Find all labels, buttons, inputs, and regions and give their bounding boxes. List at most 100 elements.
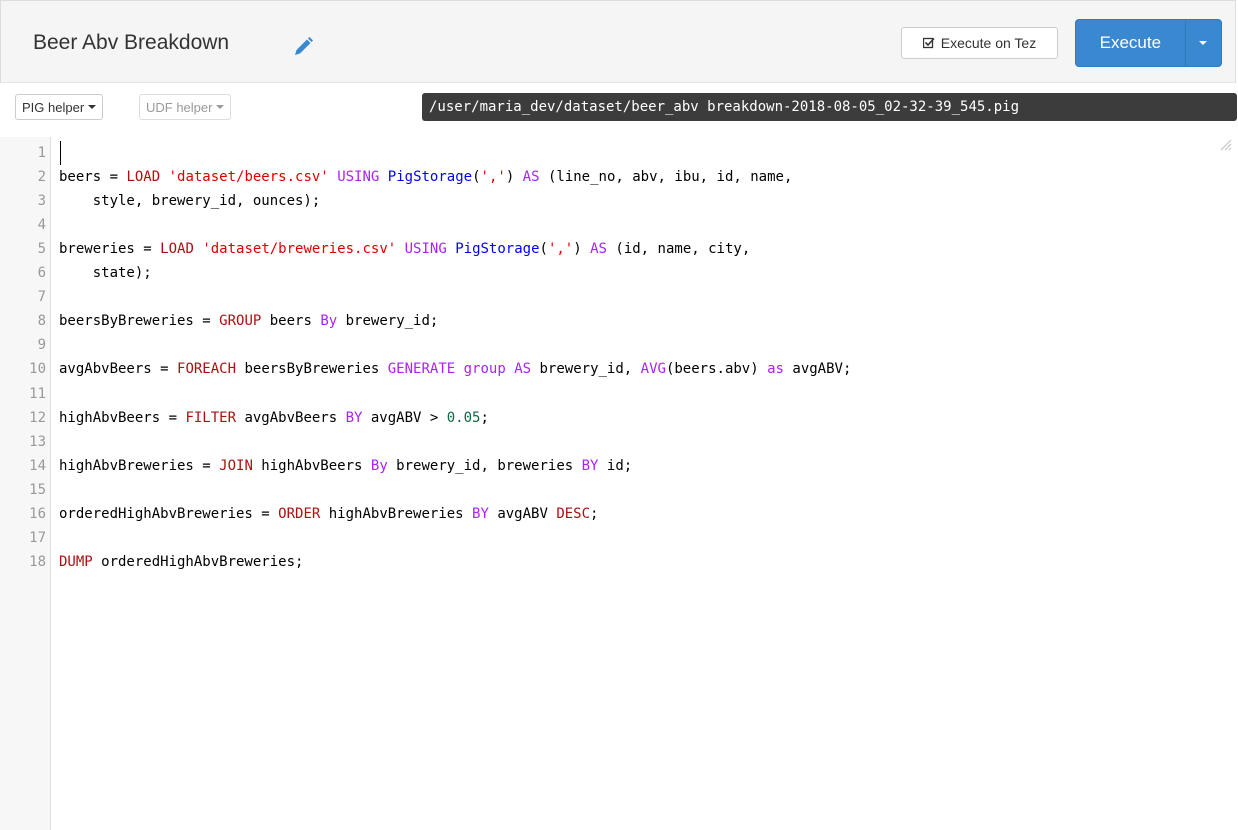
code-token: DUMP xyxy=(59,553,93,570)
code-token: LOAD xyxy=(160,241,194,258)
code-token: GENERATE xyxy=(387,361,456,378)
code-token: highAbvBeers xyxy=(252,457,371,474)
execute-dropdown-toggle[interactable] xyxy=(1184,20,1221,66)
udf-helper-label: UDF helper xyxy=(146,99,213,115)
code-token: (beers.abv) xyxy=(665,361,768,378)
code-line: 12 highAbvBeers = FILTER avgAbvBeers BY a… xyxy=(0,406,1238,430)
code-line: 13 xyxy=(0,430,1238,454)
code-line: 15 xyxy=(0,478,1238,502)
code-token: avgAbvBeers = xyxy=(59,361,178,378)
code-token: brewery_id, xyxy=(531,361,641,378)
line-number: 18 xyxy=(29,553,46,570)
code-token: BY xyxy=(345,409,363,426)
code-token: orderedHighAbvBreweries = xyxy=(59,505,279,522)
code-token: (id, name, city, xyxy=(606,241,751,258)
code-token: BY xyxy=(472,505,489,522)
code-line: 16 orderedHighAbvBreweries = ORDER highAb… xyxy=(0,502,1238,526)
file-path-badge: /user/maria_dev/dataset/beer_abv breakdo… xyxy=(422,93,1237,121)
code-token: breweries = xyxy=(59,241,161,258)
code-text: orderedHighAbvBreweries = ORDER highAbvB… xyxy=(59,502,598,526)
code-token: style, brewery_id, ounces); xyxy=(59,193,321,210)
checkbox-checked-icon xyxy=(922,37,935,49)
code-line: 10 avgAbvBeers = FOREACH beersByBreweries… xyxy=(0,357,1238,381)
code-line: 1 xyxy=(0,141,1238,165)
code-token: avgABV > xyxy=(362,409,447,426)
udf-helper-dropdown[interactable]: UDF helper xyxy=(139,94,232,120)
line-number: 11 xyxy=(29,385,46,402)
resize-handle-icon[interactable] xyxy=(1218,137,1234,153)
code-token: AS xyxy=(514,361,532,378)
line-number: 7 xyxy=(37,289,46,306)
code-token: FILTER xyxy=(185,409,237,426)
code-line: 18 DUMP orderedHighAbvBreweries; xyxy=(0,550,1238,574)
code-token: state); xyxy=(59,265,152,282)
code-token: avgABV xyxy=(488,505,557,522)
code-token: 0.05 xyxy=(446,409,481,426)
code-token: beersByBreweries = xyxy=(59,313,220,330)
code-line: 3 style, brewery_id, ounces); xyxy=(0,189,1238,213)
chevron-down-icon xyxy=(216,105,225,109)
code-token: AS xyxy=(590,241,607,258)
code-token: ( xyxy=(539,241,548,258)
code-token: USING xyxy=(404,241,447,258)
code-token: orderedHighAbvBreweries; xyxy=(92,553,304,570)
code-token: beers = xyxy=(59,169,127,186)
chevron-down-icon xyxy=(88,105,97,109)
code-token: avgAbvBeers xyxy=(236,409,346,426)
code-token: brewery_id; xyxy=(337,313,439,330)
line-number: 4 xyxy=(37,217,46,234)
line-number: 12 xyxy=(29,409,46,426)
code-token: ) xyxy=(573,241,591,258)
code-token: 'dataset/breweries.csv' xyxy=(202,241,397,258)
code-token: USING xyxy=(337,169,380,186)
code-token: GROUP xyxy=(219,313,262,330)
code-line: 17 xyxy=(0,526,1238,550)
line-number: 14 xyxy=(29,457,46,474)
code-token: AVG xyxy=(640,361,666,378)
code-token: highAbvBreweries xyxy=(320,505,473,522)
execute-on-tez-toggle[interactable]: Execute on Tez xyxy=(901,27,1058,59)
code-line: 9 xyxy=(0,333,1238,357)
pig-helper-dropdown[interactable]: PIG helper xyxy=(15,94,104,120)
code-text: style, brewery_id, ounces); xyxy=(59,189,321,213)
code-line: 7 xyxy=(0,285,1238,309)
code-token: By xyxy=(320,313,338,330)
code-token: LOAD xyxy=(126,169,161,186)
code-text: beers = LOAD 'dataset/beers.csv' USING P… xyxy=(59,165,792,189)
pig-helper-label: PIG helper xyxy=(22,99,85,115)
code-token: group xyxy=(463,361,506,378)
code-token: ; xyxy=(480,409,489,426)
code-editor[interactable]: 1 2 beers = LOAD 'dataset/beers.csv' USING… xyxy=(0,137,1238,830)
code-token: AS xyxy=(522,169,540,186)
code-token: 'dataset/beers.csv' xyxy=(168,169,329,186)
code-text: DUMP orderedHighAbvBreweries; xyxy=(59,550,303,574)
code-token: (line_no, abv, ibu, id, name, xyxy=(539,169,793,186)
code-token: id; xyxy=(598,457,633,474)
execute-on-tez-label: Execute on Tez xyxy=(940,35,1037,51)
pencil-icon[interactable] xyxy=(292,36,314,58)
text-cursor xyxy=(60,141,61,165)
code-token: By xyxy=(370,457,388,474)
code-token: brewery_id, breweries xyxy=(387,457,582,474)
code-text: breweries = LOAD 'dataset/breweries.csv'… xyxy=(59,237,750,261)
line-number: 10 xyxy=(29,361,46,378)
code-line: 11 xyxy=(0,382,1238,406)
code-line: 5 breweries = LOAD 'dataset/breweries.csv… xyxy=(0,237,1238,261)
line-number: 6 xyxy=(37,265,46,282)
code-token: FOREACH xyxy=(177,361,237,378)
line-number: 9 xyxy=(37,337,46,354)
code-text: highAbvBeers = FILTER avgAbvBeers BY avg… xyxy=(59,406,489,430)
editor-header: Beer Abv Breakdown Execute on Tez Execut… xyxy=(0,0,1236,83)
line-number: 13 xyxy=(29,433,46,450)
line-number: 5 xyxy=(37,241,46,258)
execute-button[interactable]: Execute xyxy=(1076,20,1185,66)
execute-button-group: Execute xyxy=(1075,19,1222,67)
code-token: DESC xyxy=(556,505,591,522)
line-number: 3 xyxy=(37,193,46,210)
code-token: beers xyxy=(261,313,321,330)
